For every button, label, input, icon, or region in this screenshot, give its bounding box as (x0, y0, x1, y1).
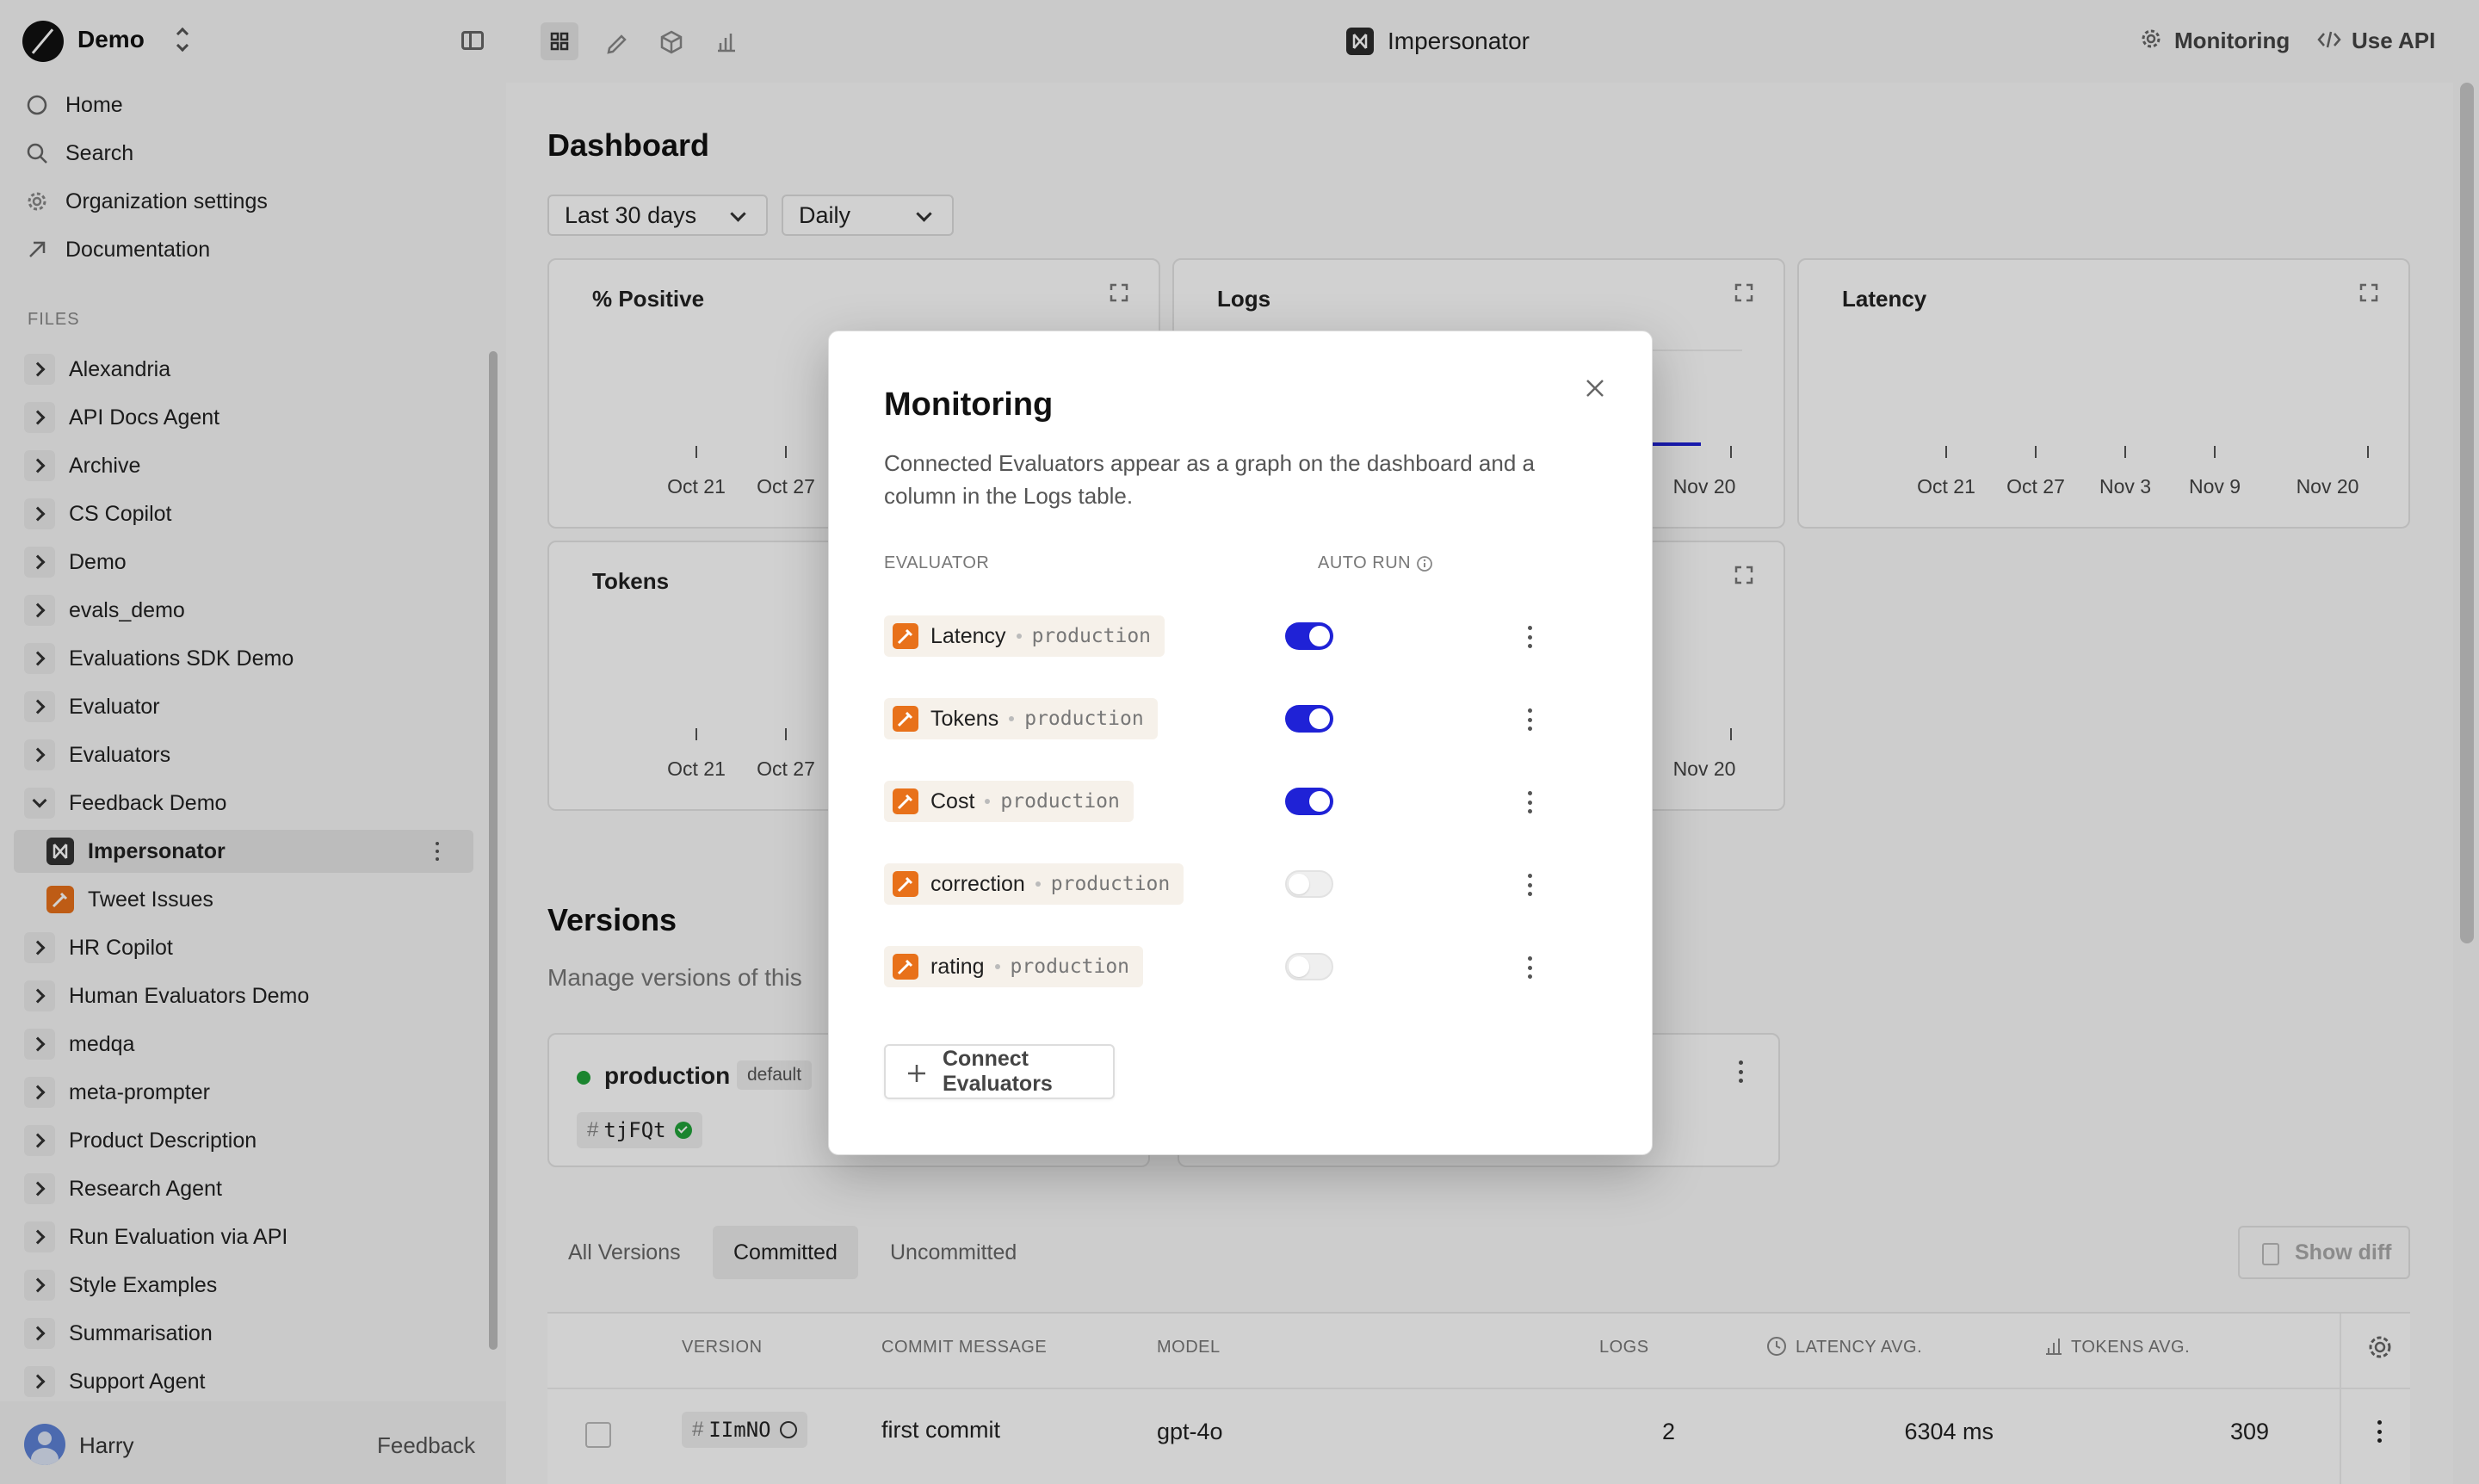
evaluator-row-correction: correction production (884, 863, 1609, 906)
connect-evaluators-button[interactable]: Connect Evaluators (884, 1044, 1115, 1099)
evaluator-chip[interactable]: Tokens production (884, 698, 1158, 739)
separator-dot (1016, 634, 1022, 639)
separator-dot (985, 799, 991, 804)
evaluator-environment: production (1024, 708, 1144, 730)
evaluator-chip[interactable]: rating production (884, 946, 1144, 987)
evaluator-environment: production (1010, 955, 1130, 978)
evaluator-row-latency: Latency production (884, 615, 1609, 659)
separator-dot (1009, 716, 1015, 721)
auto-run-toggle[interactable] (1285, 788, 1333, 815)
monitoring-modal: Monitoring Connected Evaluators appear a… (828, 331, 1653, 1155)
evaluator-icon (893, 706, 918, 732)
separator-dot (1035, 881, 1041, 887)
evaluator-icon (893, 788, 918, 814)
evaluator-environment: production (1050, 873, 1171, 895)
column-header-evaluator: EVALUATOR (884, 553, 990, 572)
evaluator-name: Tokens (930, 706, 999, 731)
evaluator-icon (893, 623, 918, 649)
evaluator-chip[interactable]: Latency production (884, 615, 1165, 657)
evaluator-chip[interactable]: correction production (884, 863, 1184, 905)
evaluator-name: Cost (930, 788, 975, 813)
evaluator-icon (893, 871, 918, 897)
more-options-icon[interactable] (1528, 956, 1533, 979)
more-options-icon[interactable] (1528, 708, 1533, 731)
close-icon[interactable] (1583, 376, 1607, 400)
more-options-icon[interactable] (1528, 874, 1533, 896)
evaluator-name: rating (930, 954, 985, 979)
evaluator-chip[interactable]: Cost production (884, 781, 1134, 822)
evaluator-name: Latency (930, 623, 1006, 648)
evaluator-environment: production (1000, 790, 1120, 813)
evaluator-name: correction (930, 871, 1025, 896)
info-icon[interactable] (1416, 552, 1433, 572)
more-options-icon[interactable] (1528, 626, 1533, 648)
more-options-icon[interactable] (1528, 791, 1533, 813)
plus-icon (908, 1065, 925, 1082)
auto-run-toggle[interactable] (1285, 870, 1333, 898)
modal-description: Connected Evaluators appear as a graph o… (884, 450, 1535, 509)
auto-run-toggle[interactable] (1285, 705, 1333, 733)
evaluator-icon (893, 954, 918, 980)
separator-dot (994, 964, 1000, 969)
modal-title: Monitoring (884, 386, 1054, 423)
auto-run-toggle[interactable] (1285, 622, 1333, 650)
evaluator-environment: production (1031, 625, 1152, 647)
auto-run-toggle[interactable] (1285, 953, 1333, 980)
evaluator-row-tokens: Tokens production (884, 698, 1609, 741)
column-header-auto-run: AUTO RUN (1318, 553, 1412, 572)
evaluator-row-rating: rating production (884, 946, 1609, 989)
evaluator-row-cost: Cost production (884, 781, 1609, 824)
